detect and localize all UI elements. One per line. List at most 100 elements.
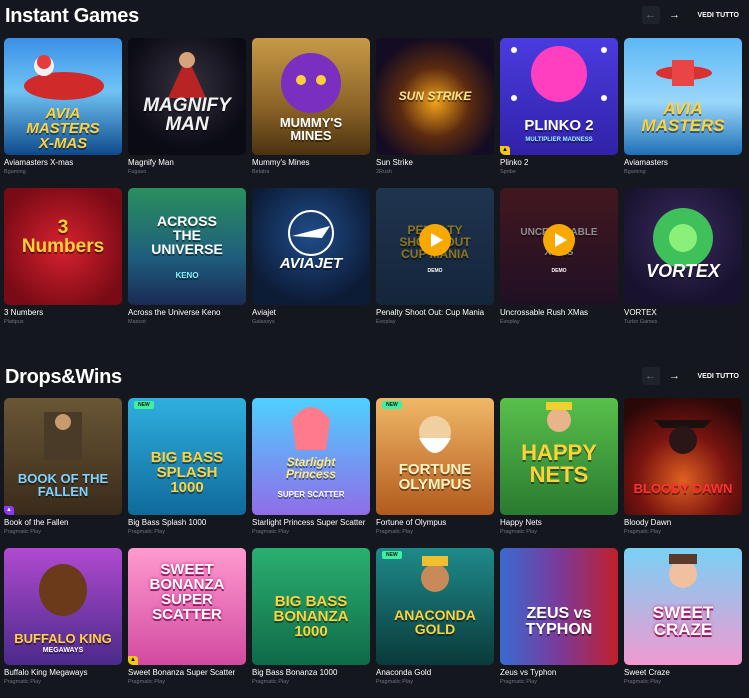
game-name[interactable]: Buffalo King Megaways <box>4 668 87 677</box>
game-name[interactable]: Fortune of Olympus <box>376 518 446 527</box>
game-card-3-numbers[interactable]: BOOK OF THE FALLEN 3 Numbers 3 Numbers P… <box>4 188 122 338</box>
game-name[interactable]: Mummy's Mines <box>252 158 310 167</box>
game-thumbnail[interactable]: ANACONDA GOLD NEW <box>376 548 494 665</box>
hot-icon: ▲ <box>500 146 510 155</box>
play-button[interactable] <box>543 224 575 256</box>
game-logo-subtext: KENO <box>175 271 199 280</box>
play-icon <box>430 233 443 247</box>
game-thumbnail[interactable]: FORTUNE OLYMPUS NEW <box>376 398 494 515</box>
game-name[interactable]: Big Bass Splash 1000 <box>128 518 206 527</box>
game-name[interactable]: Aviamasters X-mas <box>4 158 73 167</box>
game-card-plinko-2[interactable]: PLINKO 2 MULTIPLIER MADNESS ▲ Plinko 2 S… <box>500 38 618 188</box>
next-arrow-icon[interactable]: → <box>666 6 684 24</box>
game-card-anaconda-gold[interactable]: ANACONDA GOLD NEW Anaconda Gold Pragmati… <box>376 548 494 698</box>
game-card-book-of-the-fallen[interactable]: BOOK OF THE FALLEN ▲ Book of the Fallen … <box>4 398 122 548</box>
hot-icon: ▲ <box>128 656 138 665</box>
game-name[interactable]: Penalty Shoot Out: Cup Mania <box>376 308 484 317</box>
game-thumbnail[interactable]: MUMMY'S MINES <box>252 38 370 155</box>
game-name[interactable]: Aviamasters <box>624 158 668 167</box>
game-name[interactable]: 3 Numbers <box>4 308 43 317</box>
game-thumbnail[interactable]: AVIA MASTERS X-MAS <box>4 38 122 155</box>
game-thumbnail[interactable]: BOOK OF THE FALLEN ▲ <box>4 398 122 515</box>
game-thumbnail[interactable]: BOOK OF THE FALLEN 3 Numbers <box>4 188 122 305</box>
play-button[interactable] <box>419 224 451 256</box>
game-name[interactable]: Starlight Princess Super Scatter <box>252 518 365 527</box>
game-card-mummys-mines[interactable]: MUMMY'S MINES Mummy's Mines Belatra <box>252 38 370 188</box>
game-name[interactable]: Sweet Bonanza Super Scatter <box>128 668 235 677</box>
game-card-vortex[interactable]: VORTEX VORTEX Turbo Games <box>624 188 742 338</box>
game-provider: 2Rush <box>376 169 392 175</box>
game-card-sun-strike[interactable]: SUN STRIKE Sun Strike 2Rush <box>376 38 494 188</box>
game-thumbnail[interactable]: Starlight Princess SUPER SCATTER <box>252 398 370 515</box>
game-name[interactable]: Aviajet <box>252 308 276 317</box>
game-name[interactable]: Happy Nets <box>500 518 542 527</box>
game-provider: Pragmatic Play <box>624 529 661 535</box>
game-provider: Evoplay <box>376 319 396 325</box>
game-card-happy-nets[interactable]: HAPPY NETS Happy Nets Pragmatic Play <box>500 398 618 548</box>
game-thumbnail[interactable]: MAGNIFY MAN <box>128 38 246 155</box>
game-card-aviamasters-xmas[interactable]: AVIA MASTERS X-MAS Aviamasters X-mas Bga… <box>4 38 122 188</box>
game-thumbnail[interactable]: SUN STRIKE <box>376 38 494 155</box>
game-logo-text: VORTEX <box>646 261 720 281</box>
game-provider: Mascot <box>128 319 146 325</box>
game-card-buffalo-king-megaways[interactable]: BUFFALO KING MEGAWAYS Buffalo King Megaw… <box>4 548 122 698</box>
game-logo-text: BOOK OF THE FALLEN <box>17 471 109 499</box>
see-all-link[interactable]: VEDI TUTTO <box>698 12 739 19</box>
game-name[interactable]: Sun Strike <box>376 158 413 167</box>
game-card-uncrossable-rush-xmas[interactable]: UNCROSSABLE RUSH XMAS DEMO Uncrossable R… <box>500 188 618 338</box>
game-card-fortune-of-olympus[interactable]: FORTUNE OLYMPUS NEW Fortune of Olympus P… <box>376 398 494 548</box>
game-name[interactable]: Across the Universe Keno <box>128 308 221 317</box>
game-thumbnail[interactable]: SWEET CRAZE <box>624 548 742 665</box>
see-all-link[interactable]: VEDI TUTTO <box>698 373 739 380</box>
game-name[interactable]: Uncrossable Rush XMas <box>500 308 588 317</box>
game-card-aviajet[interactable]: AVIAJET Aviajet Galaxsys <box>252 188 370 338</box>
game-card-across-the-universe-keno[interactable]: ACROSS THE UNIVERSE KENO Across the Univ… <box>128 188 246 338</box>
jet-icon <box>288 210 334 256</box>
game-thumbnail[interactable]: BIG BASS BONANZA 1000 <box>252 548 370 665</box>
game-name[interactable]: Plinko 2 <box>500 158 528 167</box>
game-name[interactable]: Book of the Fallen <box>4 518 68 527</box>
game-card-aviamasters[interactable]: AVIA MASTERS Aviamasters Bgaming <box>624 38 742 188</box>
game-thumbnail[interactable]: ZEUS vs TYPHON <box>500 548 618 665</box>
game-card-penalty-shoot-out[interactable]: PENALTY SHOOT OUT CUP MANIA DEMO Penalty… <box>376 188 494 338</box>
prev-arrow-icon[interactable]: ← <box>641 6 660 24</box>
game-card-big-bass-splash-1000[interactable]: BIG BASS SPLASH 1000 NEW Big Bass Splash… <box>128 398 246 548</box>
game-thumbnail[interactable]: ACROSS THE UNIVERSE KENO <box>128 188 246 305</box>
game-name[interactable]: Big Bass Bonanza 1000 <box>252 668 337 677</box>
game-thumbnail[interactable]: SWEET BONANZA SUPER SCATTER ▲ <box>128 548 246 665</box>
game-thumbnail[interactable]: PENALTY SHOOT OUT CUP MANIA DEMO <box>376 188 494 305</box>
game-name[interactable]: Anaconda Gold <box>376 668 431 677</box>
game-name[interactable]: VORTEX <box>624 308 657 317</box>
game-thumbnail[interactable]: BIG BASS SPLASH 1000 NEW <box>128 398 246 515</box>
game-card-magnify-man[interactable]: MAGNIFY MAN Magnify Man Fugaso <box>128 38 246 188</box>
game-card-bloody-dawn[interactable]: BLOODY DAWN Bloody Dawn Pragmatic Play <box>624 398 742 548</box>
game-thumbnail[interactable]: BLOODY DAWN <box>624 398 742 515</box>
games-grid: AVIA MASTERS X-MAS Aviamasters X-mas Bga… <box>4 38 742 338</box>
game-card-sweet-craze[interactable]: SWEET CRAZE Sweet Craze Pragmatic Play <box>624 548 742 698</box>
demo-label[interactable]: DEMO <box>376 268 494 274</box>
game-card-starlight-princess-super-scatter[interactable]: Starlight Princess SUPER SCATTER Starlig… <box>252 398 370 548</box>
game-thumbnail[interactable]: UNCROSSABLE RUSH XMAS DEMO <box>500 188 618 305</box>
game-card-zeus-vs-typhon[interactable]: ZEUS vs TYPHON Zeus vs Typhon Pragmatic … <box>500 548 618 698</box>
game-thumbnail[interactable]: PLINKO 2 MULTIPLIER MADNESS ▲ <box>500 38 618 155</box>
game-logo-text: BUFFALO KING <box>14 631 112 646</box>
game-logo-text: MAGNIFY MAN <box>143 95 231 135</box>
game-card-big-bass-bonanza-1000[interactable]: BIG BASS BONANZA 1000 Big Bass Bonanza 1… <box>252 548 370 698</box>
game-name[interactable]: Magnify Man <box>128 158 174 167</box>
game-name[interactable]: Zeus vs Typhon <box>500 668 556 677</box>
game-provider: Pragmatic Play <box>252 679 289 685</box>
demo-label[interactable]: DEMO <box>500 268 618 274</box>
game-logo-text: ACROSS THE UNIVERSE <box>151 213 223 257</box>
game-thumbnail[interactable]: VORTEX <box>624 188 742 305</box>
game-thumbnail[interactable]: AVIA MASTERS <box>624 38 742 155</box>
game-card-sweet-bonanza-super-scatter[interactable]: SWEET BONANZA SUPER SCATTER ▲ Sweet Bona… <box>128 548 246 698</box>
game-thumbnail[interactable]: HAPPY NETS <box>500 398 618 515</box>
game-thumbnail[interactable]: BUFFALO KING MEGAWAYS <box>4 548 122 665</box>
next-arrow-icon[interactable]: → <box>666 367 684 385</box>
game-name[interactable]: Sweet Craze <box>624 668 670 677</box>
section-drops-and-wins: Drops&Wins ← → VEDI TUTTO BOOK OF THE FA… <box>0 362 749 691</box>
prev-arrow-icon[interactable]: ← <box>641 367 660 385</box>
game-name[interactable]: Bloody Dawn <box>624 518 671 527</box>
game-logo-text: 3 Numbers <box>21 217 105 257</box>
game-thumbnail[interactable]: AVIAJET <box>252 188 370 305</box>
